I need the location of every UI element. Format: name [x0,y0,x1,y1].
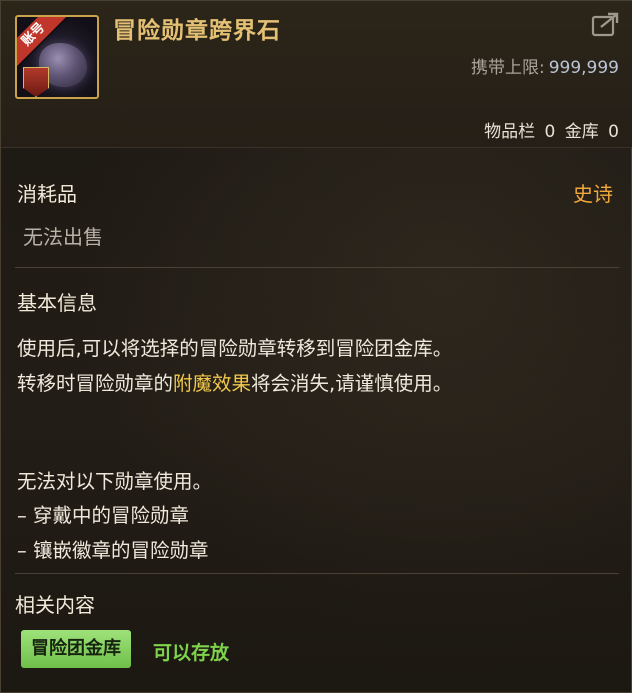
tooltip-header: 账号 冒险勋章跨界石 携带上限: 999,999 物品栏 0 金库 0 [1,1,632,148]
related-title: 相关内容 [15,593,95,617]
description-line-2: 转移时冒险勋章的附魔效果将会消失,请谨慎使用。 [17,367,452,396]
item-name: 冒险勋章跨界石 [113,18,281,44]
stack-limit-label: 携带上限: [470,58,545,78]
basic-info-title: 基本信息 [17,291,97,315]
share-icon[interactable] [591,11,621,37]
item-type: 消耗品 [17,182,77,206]
restriction-item-1: – 穿戴中的冒险勋章 [17,504,189,527]
description-line-1: 使用后,可以将选择的冒险勋章转移到冒险团金库。 [17,337,453,360]
item-tooltip: 账号 冒险勋章跨界石 携带上限: 999,999 物品栏 0 金库 0 消耗品 史… [0,0,632,693]
restriction-title: 无法对以下勋章使用。 [17,470,213,493]
enchant-effect-highlight: 附魔效果 [173,372,252,395]
stack-limit: 携带上限: 999,999 [471,53,619,78]
medal-icon [23,67,49,97]
description-line-2-suffix: 将会消失,请谨慎使用。 [251,372,453,395]
stack-limit-value: 999,999 [548,58,619,78]
vault-tag[interactable]: 冒险团金库 [21,630,131,668]
storable-note: 可以存放 [153,642,230,664]
divider [15,267,619,268]
vault-label: 金库 [564,122,599,142]
sell-status: 无法出售 [23,225,103,249]
storage-counts: 物品栏 0 金库 0 [480,117,619,142]
divider [15,573,619,574]
inventory-label: 物品栏 [484,122,536,142]
item-icon: 账号 [15,15,99,99]
restriction-item-2: – 镶嵌徽章的冒险勋章 [17,539,209,562]
item-rarity: 史诗 [573,182,613,206]
description-line-2-prefix: 转移时冒险勋章的 [17,372,174,395]
vault-count: 0 [608,122,619,142]
inventory-count: 0 [544,122,556,142]
